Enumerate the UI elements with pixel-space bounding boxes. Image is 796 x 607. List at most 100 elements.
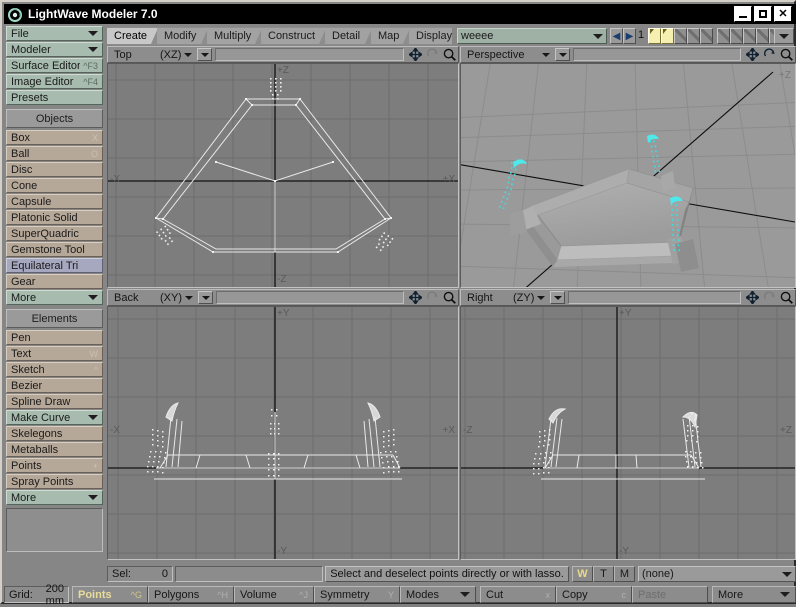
viewport-perspective-name[interactable]: Perspective [461, 49, 539, 61]
viewport-top-options-button[interactable] [197, 48, 213, 61]
sidebar-item-sketch[interactable]: Sketch ^ [6, 362, 103, 377]
tab-display[interactable]: Display [409, 28, 452, 44]
sidebar-item-more[interactable]: More [6, 290, 103, 305]
pan-icon[interactable] [407, 290, 424, 305]
mode-button-more[interactable]: More [712, 586, 796, 603]
sidebar-item-metaballs[interactable]: Metaballs [6, 442, 103, 457]
layer-button-4[interactable] [687, 28, 700, 44]
tab-label: Create [114, 30, 148, 42]
sidebar-item-points[interactable]: Points + [6, 458, 103, 473]
rotate-icon[interactable] [761, 47, 778, 62]
mode-button-copy[interactable]: Copy c [556, 586, 632, 603]
zoom-icon[interactable] [441, 47, 458, 62]
morph-map-toggle[interactable]: M [614, 566, 635, 582]
sidebar-item-modeler[interactable]: Modeler [6, 42, 103, 57]
layer-button-5[interactable] [700, 28, 713, 44]
mode-button-cut[interactable]: Cut x [480, 586, 556, 603]
sidebar-item-text[interactable]: Text W [6, 346, 103, 361]
tab-construct[interactable]: Construct [261, 28, 326, 44]
viewport-back-canvas[interactable]: -X +X +Y -Y [107, 306, 459, 560]
sidebar-item-gear[interactable]: Gear [6, 274, 103, 289]
mode-button-volume[interactable]: Volume ^J [234, 586, 314, 603]
sidebar-item-skelegons[interactable]: Skelegons [6, 426, 103, 441]
viewport-top-canvas[interactable]: -X +X +Z -Z [107, 63, 459, 288]
viewport-top-header: Top (XZ) [107, 46, 459, 63]
sidebar-item-platonic-solid[interactable]: Platonic Solid [6, 210, 103, 225]
viewport-right-options-button[interactable] [550, 291, 566, 304]
tab-detail[interactable]: Detail [325, 28, 372, 44]
sidebar-item-more[interactable]: More [6, 490, 103, 505]
layer-button-3[interactable] [674, 28, 687, 44]
rotate-icon[interactable] [761, 290, 778, 305]
minimize-button[interactable] [734, 6, 752, 22]
layer-dropdown-button[interactable] [774, 28, 794, 44]
close-button[interactable]: ✕ [774, 6, 792, 22]
tab-multiply[interactable]: Multiply [207, 28, 262, 44]
pan-icon[interactable] [744, 290, 761, 305]
sidebar-item-presets[interactable]: Presets [6, 90, 103, 105]
mode-bar: Grid: 200 mm Points ^G Polygons ^H Volume ^J S… [4, 583, 796, 607]
mode-button-polygons[interactable]: Polygons ^H [148, 586, 234, 603]
viewport-perspective-options-button[interactable] [555, 48, 570, 61]
sidebar-item-disc[interactable]: Disc [6, 162, 103, 177]
tab-map[interactable]: Map [371, 28, 410, 44]
viewport-perspective-canvas[interactable]: +Z [460, 63, 796, 288]
pan-icon[interactable] [744, 47, 761, 62]
sidebar-item-label: Disc [11, 163, 33, 176]
maximize-button[interactable] [754, 6, 772, 22]
tab-modify[interactable]: Modify [157, 28, 208, 44]
sidebar-item-make-curve[interactable]: Make Curve [6, 410, 103, 425]
rotate-icon[interactable] [424, 290, 441, 305]
sidebar-item-image-editor[interactable]: Image Editor ^F4 [6, 74, 103, 89]
elements-group-header: Elements [6, 309, 103, 328]
pan-icon[interactable] [407, 47, 424, 62]
tab-create[interactable]: Create [107, 28, 158, 44]
layer-button-1[interactable] [648, 28, 661, 44]
sidebar-item-cone[interactable]: Cone [6, 178, 103, 193]
zoom-icon[interactable] [778, 290, 795, 305]
zoom-icon[interactable] [441, 290, 458, 305]
viewport-right-canvas[interactable]: -Z +Z +Y -Y [460, 306, 796, 560]
layer-button-9[interactable] [756, 28, 769, 44]
sidebar-item-label: Box [11, 131, 30, 144]
sidebar-item-file[interactable]: File [6, 26, 103, 41]
mode-button-label: Paste [638, 588, 667, 601]
weight-map-toggle[interactable]: W [572, 566, 593, 582]
viewport-top-name[interactable]: Top [108, 49, 160, 61]
viewport-right-name[interactable]: Right [461, 292, 513, 304]
sidebar-item-gemstone-tool[interactable]: Gemstone Tool [6, 242, 103, 257]
sidebar-item-spline-draw[interactable]: Spline Draw [6, 394, 103, 409]
selection-status-bar: Sel: 0 Select and deselect points direct… [107, 565, 796, 583]
sidebar-item-superquadric[interactable]: SuperQuadric [6, 226, 103, 241]
sidebar-item-ball[interactable]: Ball O [6, 146, 103, 161]
mode-button-symmetry[interactable]: Symmetry Y [314, 586, 400, 603]
sidebar-item-surface-editor[interactable]: Surface Editor ^F3 [6, 58, 103, 73]
grid-label: Grid: [9, 588, 33, 601]
layer-button-8[interactable] [743, 28, 756, 44]
mode-button-paste[interactable]: Paste [632, 586, 708, 603]
status-message: Select and deselect points directly or w… [325, 566, 569, 582]
next-layer-button[interactable]: ▶ [623, 28, 636, 44]
mode-button-points[interactable]: Points ^G [72, 586, 148, 603]
mode-button-modes[interactable]: Modes [400, 586, 476, 603]
viewport-back-options-button[interactable] [198, 291, 213, 304]
sidebar-item-capsule[interactable]: Capsule [6, 194, 103, 209]
sidebar-item-bezier[interactable]: Bezier [6, 378, 103, 393]
layer-button-2[interactable] [661, 28, 674, 44]
layer-button-7[interactable] [730, 28, 743, 44]
sidebar-item-pen[interactable]: Pen [6, 330, 103, 345]
chevron-down-icon [593, 33, 603, 39]
zoom-icon[interactable] [778, 47, 795, 62]
mode-button-label: Cut [486, 588, 504, 601]
sidebar-item-equilateral-tri[interactable]: Equilateral Tri [6, 258, 103, 273]
sidebar-item-spray-points[interactable]: Spray Points [6, 474, 103, 489]
vmap-selector[interactable]: (none) [638, 566, 796, 582]
layer-active-marker [650, 29, 654, 34]
object-selector[interactable]: weeee [457, 28, 607, 44]
texture-map-toggle[interactable]: T [593, 566, 614, 582]
sidebar-item-box[interactable]: Box X [6, 130, 103, 145]
prev-layer-button[interactable]: ◀ [610, 28, 623, 44]
layer-button-6[interactable] [717, 28, 730, 44]
rotate-icon[interactable] [424, 47, 441, 62]
viewport-back-name[interactable]: Back [108, 292, 160, 304]
